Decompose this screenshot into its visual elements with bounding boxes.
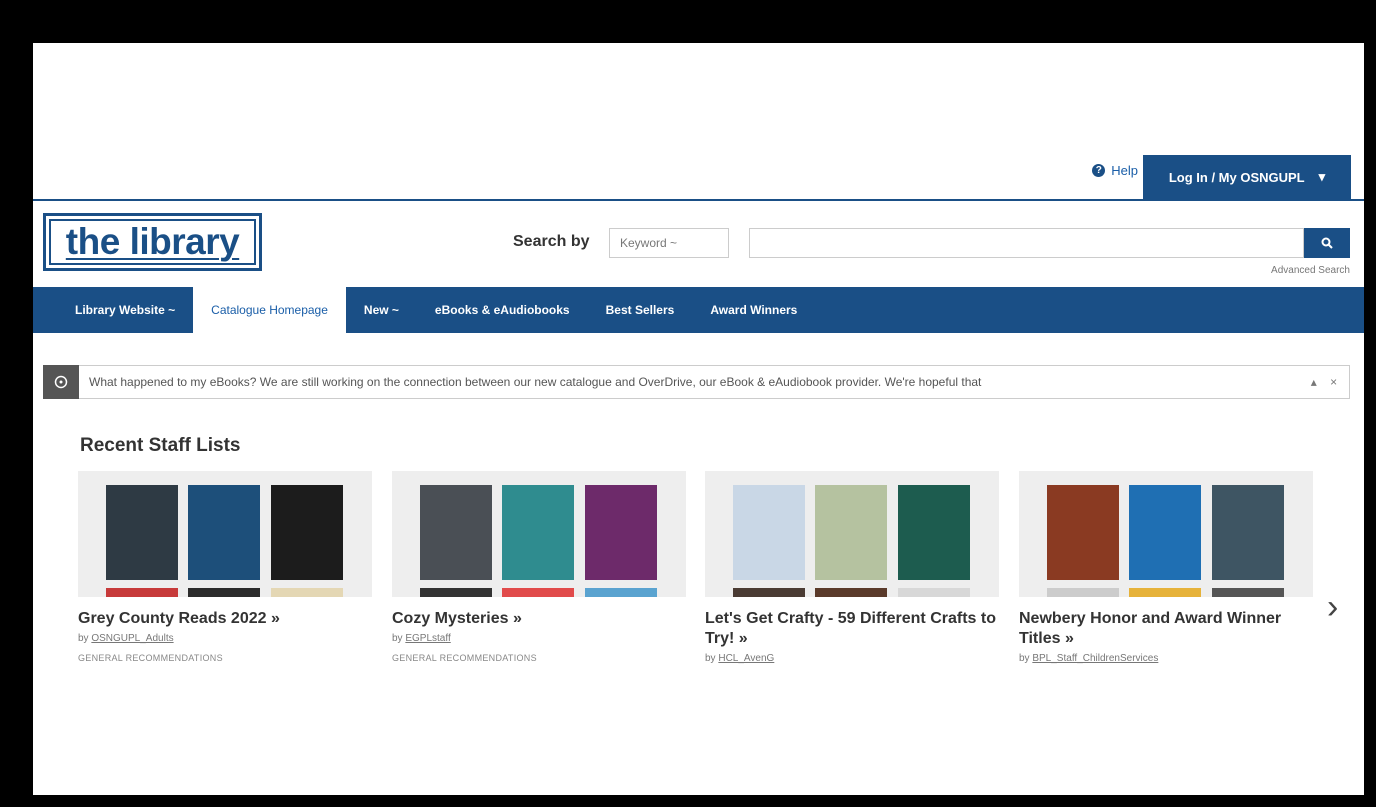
library-logo[interactable]: the library <box>43 213 262 271</box>
list-author: by HCL_AvenG <box>705 653 999 664</box>
list-author: by EGPLstaff <box>392 633 686 644</box>
search-icon <box>1321 237 1333 249</box>
nav-item[interactable]: Library Website ~ <box>57 287 193 333</box>
book-cover <box>898 588 970 597</box>
by-prefix: by <box>78 633 89 644</box>
author-link[interactable]: OSNGUPL_Adults <box>91 633 173 644</box>
nav-item[interactable]: eBooks & eAudiobooks <box>417 287 588 333</box>
list-author: by OSNGUPL_Adults <box>78 633 372 644</box>
alert-banner: What happened to my eBooks? We are still… <box>43 365 1350 399</box>
book-cover <box>1129 485 1201 580</box>
book-cover <box>1047 485 1119 580</box>
nav-item[interactable]: New ~ <box>346 287 417 333</box>
section-title: Recent Staff Lists <box>80 435 241 456</box>
search-type-value: Keyword <box>620 236 667 250</box>
list-title[interactable]: Grey County Reads 2022 » <box>78 609 372 629</box>
book-cover <box>420 588 492 597</box>
book-cover <box>1212 588 1284 597</box>
book-cover <box>1047 588 1119 597</box>
search-button[interactable] <box>1304 228 1350 258</box>
logo-text: the library <box>49 219 256 265</box>
chevron-down-icon: ▾ <box>1318 169 1326 184</box>
list-cover-collage[interactable] <box>705 471 999 597</box>
book-cover <box>1212 485 1284 580</box>
book-cover <box>188 588 260 597</box>
login-label: Log In / My OSNGUPL <box>1168 169 1305 185</box>
book-cover <box>271 588 343 597</box>
nav-item[interactable]: Catalogue Homepage <box>193 287 346 333</box>
nav-item[interactable]: Best Sellers <box>588 287 693 333</box>
book-cover <box>733 588 805 597</box>
search-input[interactable] <box>749 228 1304 258</box>
staff-list-card[interactable]: Grey County Reads 2022 » by OSNGUPL_Adult… <box>78 471 372 663</box>
alert-message: What happened to my eBooks? We are still… <box>89 375 982 389</box>
list-category: GENERAL RECOMMENDATIONS <box>392 653 537 663</box>
author-link[interactable]: HCL_AvenG <box>718 653 774 664</box>
browser-page: ? Help Log In / My OSNGUPL ▾ the library… <box>33 43 1364 795</box>
help-icon: ? <box>1092 164 1106 177</box>
book-cover <box>106 588 178 597</box>
staff-list-card[interactable]: Newbery Honor and Award Winner Titles » b… <box>1019 471 1313 664</box>
advanced-search-link[interactable]: Advanced Search <box>1271 265 1350 276</box>
list-cover-collage[interactable] <box>1019 471 1313 597</box>
chevron-right-icon[interactable]: › <box>1327 588 1338 627</box>
list-cover-collage[interactable] <box>392 471 686 597</box>
by-prefix: by <box>1019 653 1030 664</box>
book-cover <box>502 588 574 597</box>
list-cover-collage[interactable] <box>78 471 372 597</box>
book-cover <box>188 485 260 580</box>
by-prefix: by <box>705 653 716 664</box>
top-bar: ? Help Log In / My OSNGUPL ▾ <box>33 43 1364 201</box>
author-link[interactable]: BPL_Staff_ChildrenServices <box>1032 653 1158 664</box>
collapse-icon[interactable]: ▴ <box>1311 375 1317 389</box>
list-author: by BPL_Staff_ChildrenServices <box>1019 653 1313 664</box>
author-link[interactable]: EGPLstaff <box>405 633 450 644</box>
book-cover <box>106 485 178 580</box>
book-cover <box>585 485 657 580</box>
list-title[interactable]: Cozy Mysteries » <box>392 609 686 629</box>
book-cover <box>815 485 887 580</box>
book-cover <box>815 588 887 597</box>
book-cover <box>898 485 970 580</box>
help-link[interactable]: ? Help <box>1092 163 1138 178</box>
book-cover <box>1129 588 1201 597</box>
book-cover <box>271 485 343 580</box>
book-cover <box>502 485 574 580</box>
book-cover <box>733 485 805 580</box>
main-nav: Library Website ~ Catalogue Homepage New ~… <box>33 287 1364 333</box>
search-by-label: Search by <box>513 233 590 250</box>
book-cover <box>585 588 657 597</box>
by-prefix: by <box>392 633 403 644</box>
close-icon[interactable]: × <box>1330 375 1337 389</box>
info-icon <box>43 365 79 399</box>
list-title[interactable]: Let's Get Crafty - 59 Different Crafts t… <box>705 609 999 649</box>
staff-list-card[interactable]: Let's Get Crafty - 59 Different Crafts t… <box>705 471 999 664</box>
chevron-down-icon: ~ <box>670 236 678 250</box>
nav-item[interactable]: Award Winners <box>692 287 815 333</box>
login-button[interactable]: Log In / My OSNGUPL ▾ <box>1143 155 1351 199</box>
help-label: Help <box>1111 163 1138 178</box>
alert-controls[interactable]: ▴ × <box>1299 375 1349 389</box>
book-cover <box>420 485 492 580</box>
staff-list-card[interactable]: Cozy Mysteries » by EGPLstaff GENERAL RECO… <box>392 471 686 663</box>
list-category: GENERAL RECOMMENDATIONS <box>78 653 223 663</box>
list-title[interactable]: Newbery Honor and Award Winner Titles » <box>1019 609 1313 649</box>
search-type-select[interactable]: Keyword ~ <box>609 228 729 258</box>
